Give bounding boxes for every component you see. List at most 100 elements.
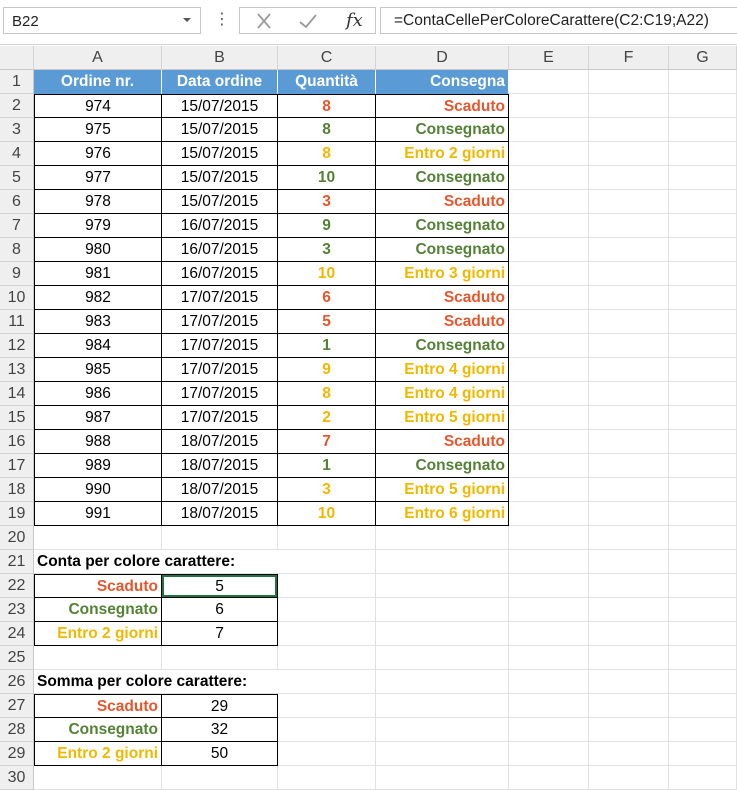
cell-e[interactable] <box>509 142 589 166</box>
quantity-cell[interactable]: 10 <box>278 502 376 526</box>
summary-label-cell[interactable]: Consegnato <box>34 598 162 622</box>
cell-e[interactable] <box>509 118 589 142</box>
cell-e[interactable] <box>509 742 589 766</box>
row-header[interactable]: 14 <box>0 382 34 406</box>
insert-function-icon[interactable]: fx <box>346 10 363 31</box>
row-header[interactable]: 10 <box>0 286 34 310</box>
row-header[interactable]: 4 <box>0 142 34 166</box>
cell-a[interactable] <box>34 766 162 790</box>
selected-cell-b22[interactable]: 5 <box>162 574 278 598</box>
row-header[interactable]: 7 <box>0 214 34 238</box>
delivery-cell[interactable]: Entro 4 giorni <box>376 358 509 382</box>
cell-d[interactable] <box>376 742 509 766</box>
cell-a[interactable] <box>34 646 162 670</box>
cell-c[interactable] <box>278 766 376 790</box>
cell-f[interactable] <box>589 694 669 718</box>
delivery-cell[interactable]: Consegnato <box>376 166 509 190</box>
quantity-cell[interactable]: 2 <box>278 406 376 430</box>
cell-g[interactable] <box>669 166 737 190</box>
cell-f[interactable] <box>589 166 669 190</box>
cell-f[interactable] <box>589 550 669 574</box>
order-number-cell[interactable]: 991 <box>34 502 162 526</box>
cell-g[interactable] <box>669 118 737 142</box>
cell-e[interactable] <box>509 94 589 118</box>
cell-c[interactable] <box>278 718 376 742</box>
cell-g[interactable] <box>669 598 737 622</box>
order-number-cell[interactable]: 988 <box>34 430 162 454</box>
cell-b[interactable] <box>162 766 278 790</box>
order-number-cell[interactable]: 990 <box>34 478 162 502</box>
cell-f[interactable] <box>589 454 669 478</box>
cell-e[interactable] <box>509 406 589 430</box>
summary-value-cell[interactable]: 32 <box>162 718 278 742</box>
order-number-cell[interactable]: 975 <box>34 118 162 142</box>
row-header[interactable]: 15 <box>0 406 34 430</box>
cell-e[interactable] <box>509 550 589 574</box>
order-date-cell[interactable]: 18/07/2015 <box>162 502 278 526</box>
row-header[interactable]: 22 <box>0 574 34 598</box>
cell-g[interactable] <box>669 310 737 334</box>
row-header[interactable]: 8 <box>0 238 34 262</box>
delivery-cell[interactable]: Entro 3 giorni <box>376 262 509 286</box>
cell-g[interactable] <box>669 406 737 430</box>
cell-e[interactable] <box>509 598 589 622</box>
cell-g[interactable] <box>669 70 737 94</box>
cell-e[interactable] <box>509 382 589 406</box>
order-date-cell[interactable]: 15/07/2015 <box>162 166 278 190</box>
cell-g[interactable] <box>669 718 737 742</box>
order-date-cell[interactable]: 17/07/2015 <box>162 382 278 406</box>
count-section-title[interactable]: Conta per colore carattere: <box>34 550 278 574</box>
order-date-cell[interactable]: 17/07/2015 <box>162 286 278 310</box>
cancel-icon[interactable] <box>254 12 274 30</box>
delivery-cell[interactable]: Scaduto <box>376 286 509 310</box>
delivery-cell[interactable]: Consegnato <box>376 454 509 478</box>
cell-g[interactable] <box>669 358 737 382</box>
check-icon[interactable] <box>298 12 318 30</box>
delivery-cell[interactable]: Entro 2 giorni <box>376 142 509 166</box>
cell-g[interactable] <box>669 238 737 262</box>
cell-g[interactable] <box>669 526 737 550</box>
summary-value-cell[interactable]: 29 <box>162 694 278 718</box>
cell-e[interactable] <box>509 526 589 550</box>
column-header-d[interactable]: D <box>376 46 509 70</box>
cell-f[interactable] <box>589 286 669 310</box>
cell-b[interactable] <box>162 646 278 670</box>
cell-g[interactable] <box>669 694 737 718</box>
cell-f[interactable] <box>589 718 669 742</box>
row-header[interactable]: 17 <box>0 454 34 478</box>
table-header-cell[interactable]: Ordine nr. <box>34 70 162 94</box>
more-options-icon[interactable]: ⋮ <box>214 10 230 30</box>
cell-g[interactable] <box>669 334 737 358</box>
cell-g[interactable] <box>669 766 737 790</box>
cell-g[interactable] <box>669 742 737 766</box>
order-number-cell[interactable]: 976 <box>34 142 162 166</box>
delivery-cell[interactable]: Entro 5 giorni <box>376 478 509 502</box>
order-number-cell[interactable]: 982 <box>34 286 162 310</box>
row-header[interactable]: 2 <box>0 94 34 118</box>
cell-e[interactable] <box>509 574 589 598</box>
cell-g[interactable] <box>669 454 737 478</box>
cell-d[interactable] <box>376 622 509 646</box>
cell-e[interactable] <box>509 310 589 334</box>
order-number-cell[interactable]: 978 <box>34 190 162 214</box>
cell-f[interactable] <box>589 670 669 694</box>
quantity-cell[interactable]: 8 <box>278 118 376 142</box>
summary-label-cell[interactable]: Consegnato <box>34 718 162 742</box>
row-header[interactable]: 9 <box>0 262 34 286</box>
cell-f[interactable] <box>589 358 669 382</box>
row-header[interactable]: 5 <box>0 166 34 190</box>
cell-g[interactable] <box>669 478 737 502</box>
row-header[interactable]: 20 <box>0 526 34 550</box>
order-number-cell[interactable]: 986 <box>34 382 162 406</box>
cell-g[interactable] <box>669 190 737 214</box>
cell-g[interactable] <box>669 94 737 118</box>
cell-f[interactable] <box>589 430 669 454</box>
cell-e[interactable] <box>509 262 589 286</box>
cell-f[interactable] <box>589 238 669 262</box>
cell-g[interactable] <box>669 550 737 574</box>
quantity-cell[interactable]: 8 <box>278 94 376 118</box>
cell-d[interactable] <box>376 646 509 670</box>
quantity-cell[interactable]: 5 <box>278 310 376 334</box>
row-header[interactable]: 26 <box>0 670 34 694</box>
column-header-a[interactable]: A <box>34 46 162 70</box>
